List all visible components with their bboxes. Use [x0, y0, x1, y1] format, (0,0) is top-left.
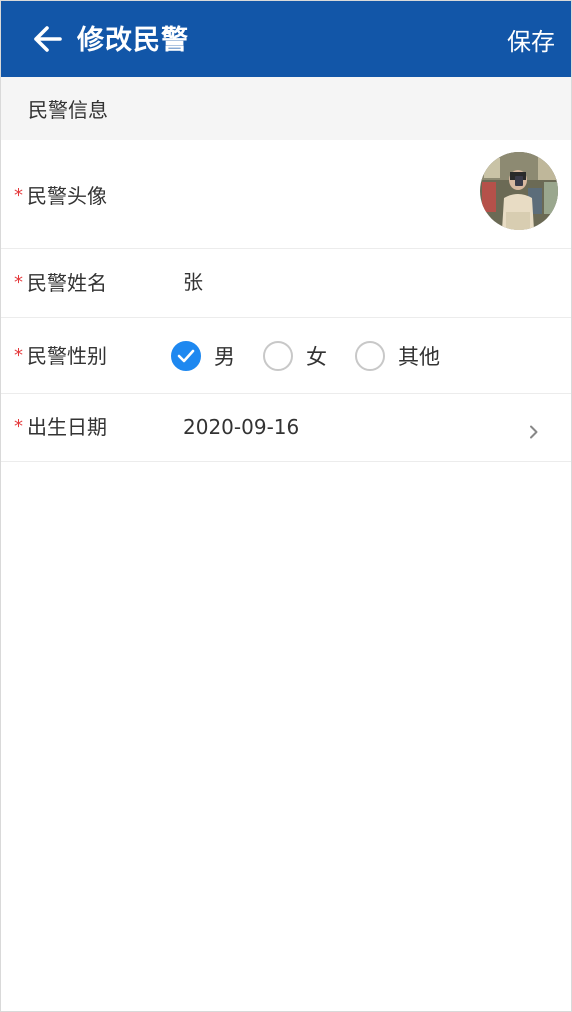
avatar[interactable] [480, 152, 558, 230]
avatar-label: * 民警头像 [14, 140, 107, 254]
gender-option-label: 男 [214, 344, 235, 369]
required-mark: * [14, 272, 23, 293]
avatar-row: * 民警头像 [1, 140, 571, 249]
section-title: 民警信息 [28, 98, 108, 122]
avatar-photo [480, 152, 558, 230]
name-label-text: 民警姓名 [27, 271, 107, 295]
required-mark: * [14, 416, 23, 437]
back-button[interactable] [27, 19, 67, 59]
page-title: 修改民警 [77, 25, 189, 56]
gender-option-male[interactable]: 男 [171, 340, 235, 371]
avatar-label-text: 民警头像 [27, 184, 107, 208]
radio-unchecked-icon [263, 340, 293, 371]
gender-label-text: 民警性别 [27, 344, 107, 368]
radio-unchecked-icon [355, 340, 385, 371]
name-input[interactable]: 张 [183, 249, 203, 315]
app-frame: 修改民警 保存 民警信息 * 民警头像 * 民警姓名 张 * 民警性别 男 女 … [0, 0, 572, 1012]
birth-date-row[interactable]: * 出生日期 2020-09-16 [1, 394, 571, 462]
gender-row: * 民警性别 男 女 其他 [1, 318, 571, 394]
chevron-right-icon[interactable] [529, 425, 539, 439]
required-mark: * [14, 345, 23, 366]
name-label: * 民警姓名 [14, 249, 107, 319]
birth-date-value[interactable]: 2020-09-16 [183, 394, 299, 460]
top-bar: 修改民警 保存 [1, 1, 571, 77]
gender-radio-group: 男 女 其他 [171, 318, 468, 393]
name-row: * 民警姓名 张 [1, 249, 571, 318]
gender-option-label: 女 [306, 344, 327, 369]
gender-option-female[interactable]: 女 [263, 340, 327, 371]
radio-checked-icon [171, 340, 201, 371]
arrow-left-icon [34, 26, 62, 52]
gender-option-other[interactable]: 其他 [355, 340, 440, 371]
required-mark: * [14, 185, 23, 206]
birth-label-text: 出生日期 [27, 415, 107, 439]
gender-label: * 民警性别 [14, 318, 107, 396]
section-header: 民警信息 [1, 77, 571, 140]
birth-label: * 出生日期 [14, 394, 107, 462]
gender-option-label: 其他 [398, 344, 440, 369]
save-button[interactable]: 保存 [507, 1, 555, 77]
